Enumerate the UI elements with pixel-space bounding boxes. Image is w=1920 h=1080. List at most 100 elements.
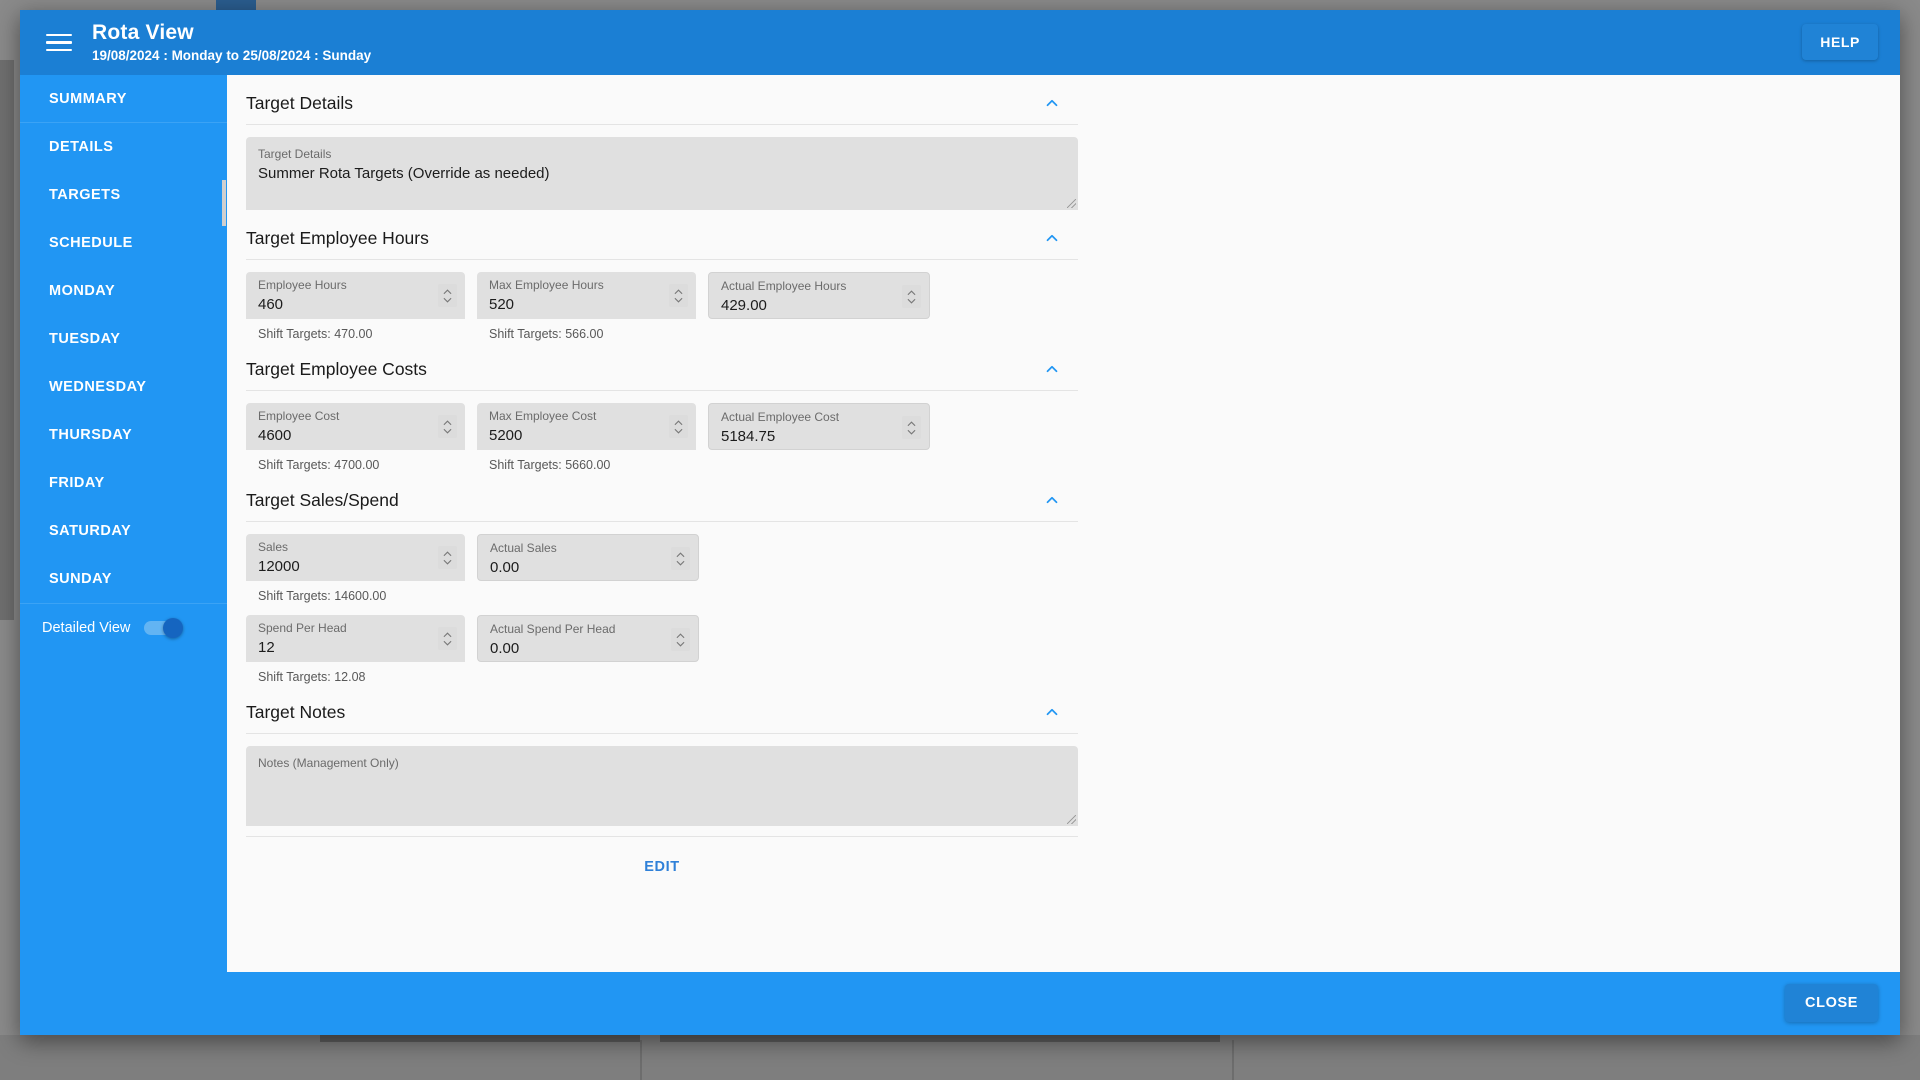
sidebar-item-friday[interactable]: FRIDAY (20, 459, 227, 507)
stepper-up-down-icon[interactable] (438, 546, 457, 569)
field-label: Actual Employee Cost (721, 410, 840, 424)
shift-target-note: Shift Targets: 470.00 (258, 327, 373, 341)
target-notes-textarea[interactable]: Notes (Management Only) (246, 746, 1078, 826)
page-title: Rota View (92, 20, 194, 44)
actual-employee-hours-field[interactable]: Actual Employee Hours 429.00 (708, 272, 930, 319)
section-header-target-details: Target Details (246, 75, 1078, 124)
sidebar-item-label: WEDNESDAY (49, 379, 147, 395)
field-value: 520 (489, 296, 515, 313)
sidebar-item-tuesday[interactable]: TUESDAY (20, 315, 227, 363)
sales-shift-targets-row: Shift Targets: 14600.00 (246, 589, 1078, 603)
section-divider (246, 390, 1078, 391)
sidebar-item-targets[interactable]: TARGETS (20, 171, 227, 219)
notes-placeholder-label: Notes (Management Only) (258, 756, 399, 770)
section-title: Target Employee Hours (246, 227, 429, 248)
employee-hours-shift-targets-row: Shift Targets: 470.00 Shift Targets: 566… (246, 327, 1078, 341)
target-details-textarea[interactable]: Target Details Summer Rota Targets (Over… (246, 137, 1078, 210)
targets-content-panel: Target Details Target Details Summer Rot… (227, 75, 1900, 1020)
section-title: Target Details (246, 92, 353, 113)
sidebar-nav: SUMMARY DETAILS TARGETS SCHEDULE MONDAY … (20, 75, 227, 1020)
edit-action-row: EDIT (246, 837, 1078, 883)
field-label: Max Employee Cost (489, 409, 597, 423)
sidebar-item-saturday[interactable]: SATURDAY (20, 507, 227, 555)
field-value: 0.00 (490, 640, 520, 657)
chevron-up-icon[interactable] (1040, 488, 1064, 512)
employee-costs-row: Employee Cost 4600 Max Employee Cost 520… (246, 403, 1078, 450)
employee-hours-field[interactable]: Employee Hours 460 (246, 272, 465, 319)
field-value: 5200 (489, 427, 523, 444)
section-header-target-employee-costs: Target Employee Costs (246, 341, 1078, 390)
shift-target-note: Shift Targets: 14600.00 (258, 589, 387, 603)
shift-target-note: Shift Targets: 566.00 (489, 327, 604, 341)
sidebar-item-monday[interactable]: MONDAY (20, 267, 227, 315)
detailed-view-toggle[interactable] (144, 617, 184, 638)
header-title-group: Rota View 19/08/2024 : Monday to 25/08/2… (92, 21, 371, 65)
field-label: Spend Per Head (258, 621, 347, 635)
section-header-target-employee-hours: Target Employee Hours (246, 210, 1078, 259)
sidebar-item-sunday[interactable]: SUNDAY (20, 555, 227, 603)
app-header: Rota View 19/08/2024 : Monday to 25/08/2… (20, 10, 1900, 75)
stepper-up-down-icon[interactable] (438, 627, 457, 650)
section-header-target-notes: Target Notes (246, 684, 1078, 733)
spend-per-head-row: Spend Per Head 12 Actual Spend Per Head … (246, 615, 1078, 662)
stepper-up-down-icon[interactable] (902, 285, 921, 308)
stepper-up-down-icon[interactable] (671, 628, 690, 651)
stepper-up-down-icon[interactable] (438, 415, 457, 438)
target-details-value: Summer Rota Targets (Override as needed) (258, 165, 550, 182)
chevron-up-icon[interactable] (1040, 226, 1064, 250)
detailed-view-label: Detailed View (42, 619, 131, 636)
chevron-up-icon[interactable] (1040, 357, 1064, 381)
sidebar-item-label: FRIDAY (49, 475, 105, 491)
section-header-target-sales-spend: Target Sales/Spend (246, 472, 1078, 521)
actual-sales-field[interactable]: Actual Sales 0.00 (477, 534, 699, 581)
hamburger-menu-icon[interactable] (36, 20, 82, 66)
targets-form: Target Details Target Details Summer Rot… (246, 75, 1078, 883)
detailed-view-row: Detailed View (20, 603, 227, 651)
close-button[interactable]: CLOSE (1785, 984, 1878, 1022)
employee-cost-field[interactable]: Employee Cost 4600 (246, 403, 465, 450)
field-label: Actual Sales (490, 541, 557, 555)
field-value: 4600 (258, 427, 292, 444)
section-divider (246, 124, 1078, 125)
chevron-up-icon[interactable] (1040, 700, 1064, 724)
stepper-up-down-icon[interactable] (902, 416, 921, 439)
field-label: Employee Cost (258, 409, 340, 423)
sales-field[interactable]: Sales 12000 (246, 534, 465, 581)
max-employee-cost-field[interactable]: Max Employee Cost 5200 (477, 403, 696, 450)
chevron-up-icon[interactable] (1040, 91, 1064, 115)
sidebar-item-label: SUNDAY (49, 571, 112, 587)
section-divider (246, 733, 1078, 734)
sidebar-item-schedule[interactable]: SCHEDULE (20, 219, 227, 267)
help-button[interactable]: HELP (1802, 24, 1878, 60)
sidebar-item-label: TARGETS (49, 187, 121, 203)
resize-handle[interactable] (1067, 815, 1076, 824)
max-employee-hours-field[interactable]: Max Employee Hours 520 (477, 272, 696, 319)
field-value: 429.00 (721, 297, 767, 314)
actual-spend-per-head-field[interactable]: Actual Spend Per Head 0.00 (477, 615, 699, 662)
resize-handle[interactable] (1067, 199, 1076, 208)
stepper-up-down-icon[interactable] (669, 284, 688, 307)
field-label: Sales (258, 540, 289, 554)
section-divider (246, 521, 1078, 522)
sidebar-item-label: SCHEDULE (49, 235, 133, 251)
stepper-up-down-icon[interactable] (669, 415, 688, 438)
employee-costs-shift-targets-row: Shift Targets: 4700.00 Shift Targets: 56… (246, 458, 1078, 472)
sidebar-item-wednesday[interactable]: WEDNESDAY (20, 363, 227, 411)
scroll-indicator[interactable] (222, 180, 226, 226)
spend-per-head-field[interactable]: Spend Per Head 12 (246, 615, 465, 662)
sidebar-item-summary[interactable]: SUMMARY (20, 75, 227, 123)
sidebar-item-thursday[interactable]: THURSDAY (20, 411, 227, 459)
field-label: Actual Employee Hours (721, 279, 847, 293)
actual-employee-cost-field[interactable]: Actual Employee Cost 5184.75 (708, 403, 930, 450)
sidebar-item-label: THURSDAY (49, 427, 133, 443)
sales-row: Sales 12000 Actual Sales 0.00 (246, 534, 1078, 581)
stepper-up-down-icon[interactable] (671, 547, 690, 570)
desktop-divider-two (1232, 1040, 1234, 1080)
shift-target-note: Shift Targets: 5660.00 (489, 458, 611, 472)
stepper-up-down-icon[interactable] (438, 284, 457, 307)
edit-button[interactable]: EDIT (628, 851, 695, 883)
spend-per-head-shift-targets-row: Shift Targets: 12.08 (246, 670, 1078, 684)
target-details-label: Target Details (258, 147, 332, 161)
sidebar-item-details[interactable]: DETAILS (20, 123, 227, 171)
dialog-footer: CLOSE (20, 972, 1900, 1035)
